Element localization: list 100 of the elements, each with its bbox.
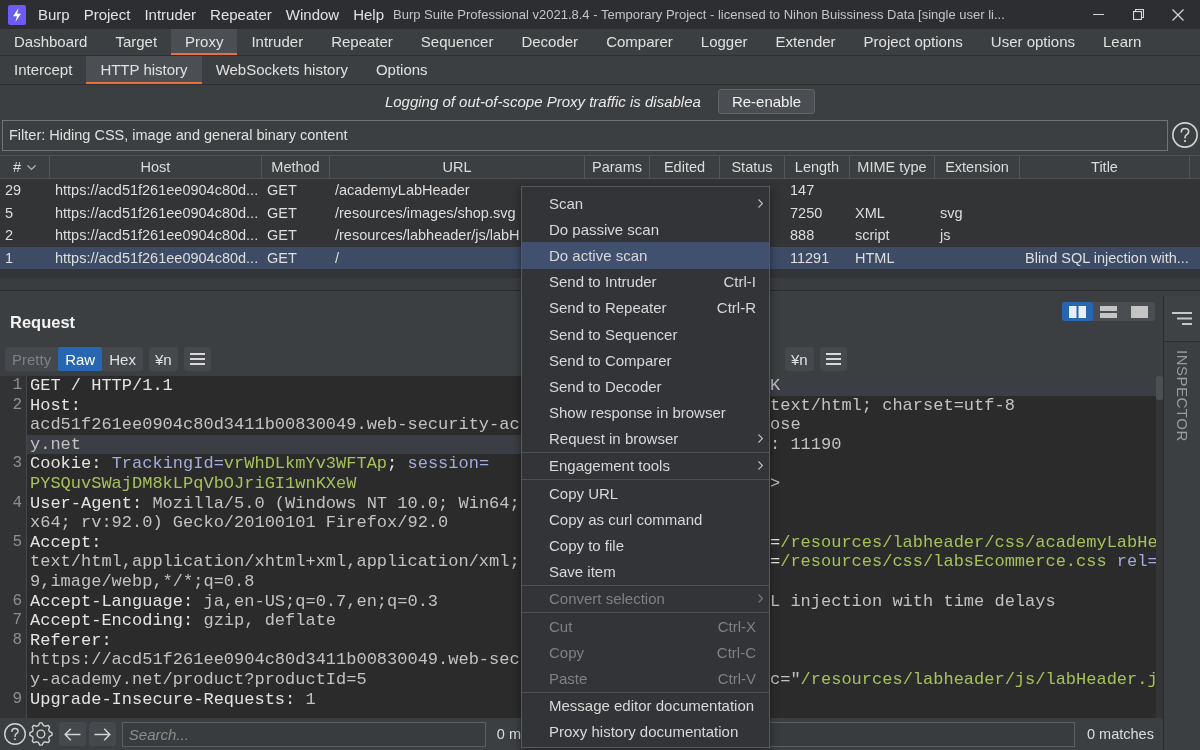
menu-bar-item[interactable]: Intruder: [137, 0, 204, 29]
column-header[interactable]: URL: [330, 156, 585, 178]
response-length: 147: [790, 182, 815, 199]
re-enable-button[interactable]: Re-enable: [717, 89, 816, 114]
column-header[interactable]: Method: [262, 156, 330, 178]
sub-tab[interactable]: HTTP history: [86, 56, 202, 84]
tab[interactable]: Learn: [1089, 29, 1156, 55]
search-field[interactable]: Search...: [121, 721, 486, 747]
single-pane-icon: [1131, 305, 1148, 318]
menu-item[interactable]: Copy to file: [522, 532, 769, 559]
code-line: c="/resources/labheader/js/labHeader.j: [769, 669, 1156, 690]
menu-icon: [825, 353, 841, 365]
column-header[interactable]: #: [0, 156, 50, 178]
menu-item[interactable]: Do active scan: [522, 242, 769, 269]
column-header[interactable]: Title: [1020, 156, 1190, 178]
back-button[interactable]: [58, 722, 86, 746]
tab[interactable]: Sequencer: [406, 29, 508, 55]
column-header[interactable]: Status: [720, 156, 785, 178]
tab[interactable]: Intruder: [237, 29, 318, 55]
response-length: 11291: [790, 249, 830, 266]
menu-item[interactable]: Request in browser: [522, 425, 769, 452]
http-method: GET: [267, 204, 297, 221]
tab[interactable]: User options: [976, 29, 1090, 55]
page-title: Blind SQL injection with...: [1025, 249, 1189, 266]
keyboard-shortcut: Ctrl-I: [723, 273, 756, 291]
arrow-right-icon: [93, 727, 111, 741]
menu-bar-item[interactable]: Repeater: [203, 0, 279, 29]
sub-tab[interactable]: Intercept: [0, 56, 87, 84]
tab[interactable]: Logger: [686, 29, 762, 55]
tab[interactable]: Proxy: [171, 29, 238, 55]
menu-item[interactable]: Scan: [522, 190, 769, 217]
tab[interactable]: Repeater: [317, 29, 407, 55]
two-rows-icon: [1100, 305, 1117, 318]
menu-item[interactable]: Message editor documentation: [522, 692, 769, 719]
menu-item[interactable]: Send to Sequencer: [522, 320, 769, 348]
menu-item[interactable]: Do passive scan: [522, 216, 769, 243]
sub-tab[interactable]: Options: [361, 56, 442, 84]
row-number: 29: [5, 182, 22, 199]
menu-item[interactable]: Copy as curl command: [522, 506, 769, 533]
http-method: GET: [267, 182, 297, 199]
host-url: https://acd51f261ee0904c80d...: [55, 204, 259, 221]
view-tab[interactable]: Raw: [58, 347, 103, 371]
keyboard-shortcut: Ctrl-V: [717, 669, 756, 687]
filter-field[interactable]: Filter: Hiding CSS, image and general binary content: [2, 119, 1168, 151]
tab[interactable]: Project options: [849, 29, 977, 55]
chevron-right-icon: [758, 198, 763, 208]
tab[interactable]: Decoder: [507, 29, 593, 55]
menu-item[interactable]: Send to Intruder Ctrl-I: [522, 268, 769, 295]
newline-toggle-button[interactable]: ¥n: [785, 347, 814, 371]
menu-item[interactable]: Proxy history documentation: [522, 718, 769, 745]
tab[interactable]: Dashboard: [0, 29, 102, 55]
menu-item[interactable]: Save item: [522, 558, 769, 585]
url-path: /academyLabHeader: [335, 182, 470, 199]
lightning-bolt-icon: [8, 4, 26, 25]
code-line: Accept:: [29, 532, 103, 553]
forward-button[interactable]: [88, 722, 116, 746]
menu-bar-item[interactable]: Burp: [31, 0, 77, 29]
column-header[interactable]: MIME type: [850, 156, 935, 178]
menu-bar-item[interactable]: Help: [346, 0, 391, 29]
tab[interactable]: Comparer: [592, 29, 687, 55]
menu-bar-item[interactable]: Project: [76, 0, 138, 29]
line-number: 1: [11, 376, 23, 396]
column-header[interactable]: Params: [585, 156, 650, 178]
menu-item[interactable]: Show response in browser: [522, 399, 769, 426]
menu-item[interactable]: Send to Repeater Ctrl-R: [522, 294, 769, 321]
sub-tab[interactable]: WebSockets history: [201, 56, 362, 84]
column-header[interactable]: Extension: [935, 156, 1020, 178]
vertical-scrollbar[interactable]: [1156, 376, 1163, 718]
menu-button[interactable]: [183, 347, 211, 371]
column-header[interactable]: Edited: [650, 156, 720, 178]
column-header[interactable]: Length: [785, 156, 850, 178]
host-url: https://acd51f261ee0904c80d...: [55, 227, 259, 244]
view-tab[interactable]: Hex: [102, 347, 143, 371]
menu-item[interactable]: Send to Comparer: [522, 347, 769, 374]
column-header[interactable]: Host: [50, 156, 262, 178]
row-number: 2: [5, 227, 14, 244]
menu-item[interactable]: Send to Decoder: [522, 373, 769, 400]
line-number: 4: [11, 493, 23, 514]
settings-icon[interactable]: [29, 721, 53, 747]
menu-item[interactable]: Engagement tools: [522, 452, 769, 480]
tab[interactable]: Extender: [761, 29, 850, 55]
tab[interactable]: Target: [101, 29, 172, 55]
inspector-tab[interactable]: INSPECTOR: [1173, 350, 1191, 442]
chevron-down-icon: [27, 164, 37, 170]
help-icon[interactable]: [1172, 122, 1198, 148]
code-line: text/html,application/xhtml+xml,application/xml;: [29, 552, 521, 572]
help-icon[interactable]: [4, 722, 26, 746]
layout-button[interactable]: [1062, 302, 1093, 321]
search-field[interactable]: [768, 721, 1075, 747]
menu-bar-item[interactable]: Window: [278, 0, 347, 29]
code-line: Host:: [29, 395, 82, 416]
menu-item[interactable]: Copy URL: [522, 480, 769, 507]
keyboard-shortcut: Ctrl-R: [716, 299, 756, 317]
line-number: 6: [11, 591, 23, 612]
line-number: 3: [11, 454, 23, 474]
menu-icon: [189, 353, 205, 365]
menu-button[interactable]: [819, 347, 847, 371]
horizontal-lines-icon[interactable]: [1172, 312, 1192, 325]
newline-toggle-button[interactable]: ¥n: [148, 347, 178, 371]
code-line: y-academy.net/product?productId=5: [29, 669, 368, 690]
